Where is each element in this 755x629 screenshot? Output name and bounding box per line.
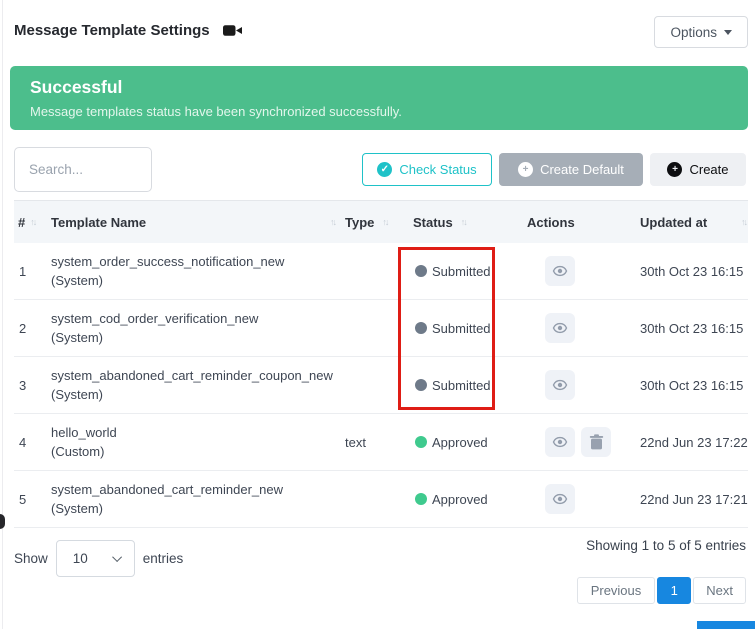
success-alert: Successful Message templates status have… xyxy=(10,66,748,130)
view-button[interactable] xyxy=(545,427,575,457)
table-row: 5 system_abandoned_cart_reminder_new (Sy… xyxy=(14,471,748,528)
eye-icon xyxy=(552,263,568,279)
column-header-actions: Actions xyxy=(523,215,626,230)
video-camera-icon xyxy=(223,23,243,38)
status-dot xyxy=(415,322,427,334)
page-title: Message Template Settings xyxy=(14,22,210,39)
check-circle-icon: ✓ xyxy=(377,162,392,177)
view-button[interactable] xyxy=(545,370,575,400)
page-1-button[interactable]: 1 xyxy=(657,577,691,604)
template-type: text xyxy=(341,435,409,450)
row-number: 1 xyxy=(14,264,51,279)
view-button[interactable] xyxy=(545,256,575,286)
delete-button[interactable] xyxy=(581,427,611,457)
page-size-control: Show 10 entries xyxy=(14,540,183,577)
bottom-blue-bar xyxy=(697,621,755,629)
eye-icon xyxy=(552,320,568,336)
results-summary: Showing 1 to 5 of 5 entries xyxy=(586,538,746,553)
row-number: 5 xyxy=(14,492,51,507)
row-number: 3 xyxy=(14,378,51,393)
status-label: Submitted xyxy=(432,378,491,393)
chevron-down-icon xyxy=(112,552,122,562)
alert-message: Message templates status have been synch… xyxy=(30,103,728,121)
template-origin: (System) xyxy=(51,271,341,290)
template-name: hello_world xyxy=(51,423,341,442)
status-label: Submitted xyxy=(432,264,491,279)
sort-arrows-icon: ↑↓ xyxy=(330,217,335,227)
view-button[interactable] xyxy=(545,484,575,514)
page-size-select[interactable]: 10 xyxy=(56,540,135,577)
next-page-button[interactable]: Next xyxy=(693,577,746,604)
sort-arrows-icon: ↑↓ xyxy=(30,217,35,227)
table-row: 1 system_order_success_notification_new … xyxy=(14,243,748,300)
previous-page-button[interactable]: Previous xyxy=(577,577,656,604)
alert-title: Successful xyxy=(30,75,728,99)
updated-at: 30th Oct 23 16:15 xyxy=(626,321,748,336)
template-origin: (System) xyxy=(51,385,341,404)
show-label: Show xyxy=(14,551,48,566)
check-status-button[interactable]: ✓ Check Status xyxy=(362,153,492,186)
view-button[interactable] xyxy=(545,313,575,343)
eye-icon xyxy=(552,377,568,393)
template-name: system_cod_order_verification_new xyxy=(51,309,341,328)
search-input[interactable] xyxy=(14,147,152,192)
create-default-label: Create Default xyxy=(540,162,624,177)
status-dot xyxy=(415,436,427,448)
column-header-updated-at[interactable]: Updated at ↑↓ xyxy=(626,215,748,230)
sort-arrows-icon: ↑↓ xyxy=(741,217,746,227)
create-label: Create xyxy=(689,162,728,177)
status-dot xyxy=(415,265,427,277)
table-row: 3 system_abandoned_cart_reminder_coupon_… xyxy=(14,357,748,414)
column-header-number[interactable]: # ↑↓ xyxy=(14,215,51,230)
updated-at: 22nd Jun 23 17:22 xyxy=(626,435,748,450)
create-default-button[interactable]: + Create Default xyxy=(499,153,643,186)
column-header-status[interactable]: Status ↑↓ xyxy=(409,215,523,230)
message-template-settings-page: Message Template Settings Options Succes… xyxy=(0,0,755,629)
status-label: Approved xyxy=(432,492,488,507)
status-dot xyxy=(415,379,427,391)
row-number: 4 xyxy=(14,435,51,450)
caret-down-icon xyxy=(724,30,732,35)
updated-at: 30th Oct 23 16:15 xyxy=(626,264,748,279)
table-header-row: # ↑↓ Template Name ↑↓ Type ↑↓ Status ↑↓ … xyxy=(14,200,748,243)
table-row: 4 hello_world (Custom) text Approved 22n… xyxy=(14,414,748,471)
updated-at: 22nd Jun 23 17:21 xyxy=(626,492,748,507)
left-border-line xyxy=(2,0,3,629)
updated-at: 30th Oct 23 16:15 xyxy=(626,378,748,393)
check-status-label: Check Status xyxy=(399,162,476,177)
entries-label: entries xyxy=(143,551,184,566)
plus-circle-icon: + xyxy=(667,162,682,177)
column-header-type[interactable]: Type ↑↓ xyxy=(341,215,409,230)
row-number: 2 xyxy=(14,321,51,336)
template-name: system_order_success_notification_new xyxy=(51,252,341,271)
create-button[interactable]: + Create xyxy=(650,153,746,186)
template-name: system_abandoned_cart_reminder_coupon_ne… xyxy=(51,366,341,385)
template-origin: (System) xyxy=(51,499,341,518)
page-size-value: 10 xyxy=(73,551,88,566)
sort-arrows-icon: ↑↓ xyxy=(382,217,387,227)
column-header-template-name[interactable]: Template Name ↑↓ xyxy=(51,215,341,230)
template-origin: (Custom) xyxy=(51,442,341,461)
trash-icon xyxy=(589,434,604,450)
page-header: Message Template Settings xyxy=(14,22,243,39)
table-row: 2 system_cod_order_verification_new (Sys… xyxy=(14,300,748,357)
eye-icon xyxy=(552,434,568,450)
eye-icon xyxy=(552,491,568,507)
template-origin: (System) xyxy=(51,328,341,347)
plus-circle-icon: + xyxy=(518,162,533,177)
status-label: Submitted xyxy=(432,321,491,336)
options-button[interactable]: Options xyxy=(654,16,748,48)
pagination: Previous 1 Next xyxy=(577,577,746,604)
templates-table: # ↑↓ Template Name ↑↓ Type ↑↓ Status ↑↓ … xyxy=(14,200,748,528)
sort-arrows-icon: ↑↓ xyxy=(461,217,466,227)
status-label: Approved xyxy=(432,435,488,450)
left-edge-widget xyxy=(0,514,5,529)
options-label: Options xyxy=(670,25,717,40)
template-name: system_abandoned_cart_reminder_new xyxy=(51,480,341,499)
status-dot xyxy=(415,493,427,505)
